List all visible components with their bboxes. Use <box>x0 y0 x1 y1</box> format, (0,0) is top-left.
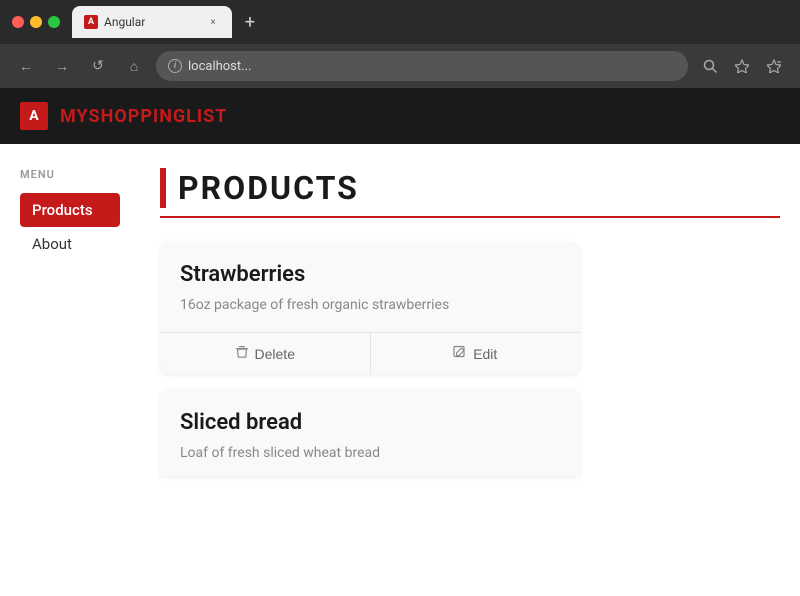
tab-title: Angular <box>104 15 200 29</box>
app-title-brand: SHOPPING <box>89 106 187 127</box>
app-container: A MYSHOPPINGLIST MENU Products About PRO… <box>0 88 800 596</box>
info-icon: i <box>168 59 182 73</box>
product-card-actions: Delete Edit <box>160 332 580 374</box>
edit-label: Edit <box>473 346 497 362</box>
new-tab-button[interactable]: + <box>236 8 264 36</box>
page-header: PRODUCTS <box>160 168 780 218</box>
sidebar-nav: Products About <box>20 193 120 261</box>
close-window-button[interactable] <box>12 16 24 28</box>
browser-navbar: ← → ↺ ⌂ i localhost... <box>0 44 800 88</box>
trash-icon <box>235 345 249 362</box>
tab-close-button[interactable]: × <box>206 15 220 29</box>
product-card-strawberries: Strawberries 16oz package of fresh organ… <box>160 242 580 374</box>
home-button[interactable]: ⌂ <box>120 52 148 80</box>
reload-button[interactable]: ↺ <box>84 52 112 80</box>
nav-actions <box>696 52 788 80</box>
minimize-window-button[interactable] <box>30 16 42 28</box>
sidebar: MENU Products About <box>0 168 140 476</box>
address-text: localhost... <box>188 59 251 74</box>
angular-favicon: A <box>84 15 98 29</box>
main-content: PRODUCTS Strawberries 16oz package of fr… <box>140 168 800 476</box>
tab-bar: A Angular × + <box>72 6 788 38</box>
product-description: 16oz package of fresh organic strawberri… <box>180 295 560 316</box>
traffic-lights <box>12 16 60 28</box>
browser-window: A Angular × + ← → ↺ ⌂ i localhost... <box>0 0 800 596</box>
app-header: A MYSHOPPINGLIST <box>0 88 800 144</box>
maximize-window-button[interactable] <box>48 16 60 28</box>
app-title-suffix: LIST <box>186 106 227 127</box>
sidebar-item-about[interactable]: About <box>20 227 120 261</box>
forward-button[interactable]: → <box>48 52 76 80</box>
bookmarks-icon[interactable] <box>760 52 788 80</box>
bookmark-icon[interactable] <box>728 52 756 80</box>
product-card-sliced-bread: Sliced bread Loaf of fresh sliced wheat … <box>160 390 580 476</box>
browser-tab-angular[interactable]: A Angular × <box>72 6 232 38</box>
browser-titlebar: A Angular × + <box>0 0 800 44</box>
angular-logo: A <box>20 102 48 130</box>
app-title: MYSHOPPINGLIST <box>60 106 227 127</box>
product-card-body: Strawberries 16oz package of fresh organ… <box>160 242 580 332</box>
edit-button[interactable]: Edit <box>371 333 581 374</box>
app-body: MENU Products About PRODUCTS Strawberrie… <box>0 144 800 500</box>
product-name: Strawberries <box>180 262 560 287</box>
address-bar[interactable]: i localhost... <box>156 51 688 81</box>
edit-icon <box>453 345 467 362</box>
app-title-prefix: MY <box>60 106 89 127</box>
back-button[interactable]: ← <box>12 52 40 80</box>
product-name-2: Sliced bread <box>180 410 560 435</box>
product-description-2: Loaf of fresh sliced wheat bread <box>180 443 560 464</box>
sidebar-menu-label: MENU <box>20 168 120 181</box>
page-header-accent <box>160 168 166 208</box>
sidebar-item-products[interactable]: Products <box>20 193 120 227</box>
delete-button[interactable]: Delete <box>160 333 371 374</box>
product-card-body-2: Sliced bread Loaf of fresh sliced wheat … <box>160 390 580 476</box>
page-title: PRODUCTS <box>178 169 359 207</box>
delete-label: Delete <box>255 346 295 362</box>
search-icon[interactable] <box>696 52 724 80</box>
